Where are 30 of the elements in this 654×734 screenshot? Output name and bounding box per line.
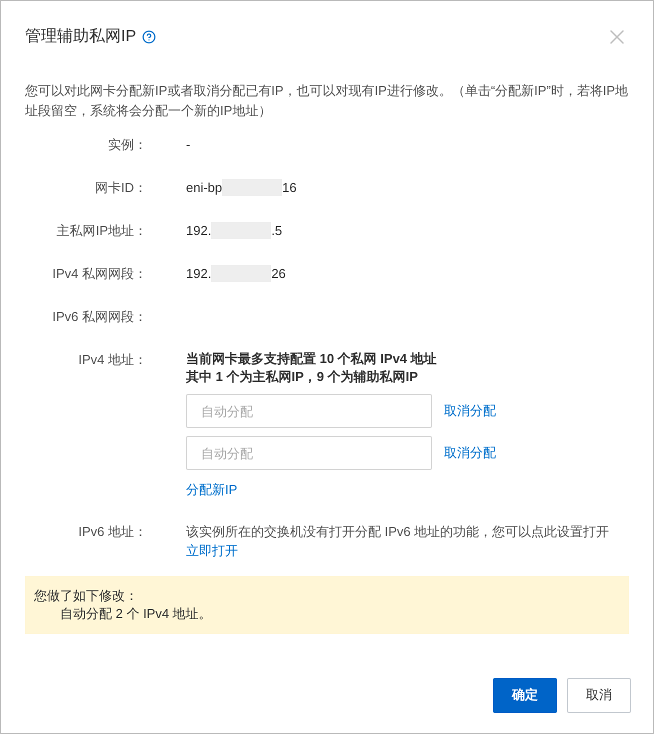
field-label: IPv4 私网网段： xyxy=(51,264,147,283)
description-text: 您可以对此网卡分配新IP或者取消分配已有IP，也可以对现有IP进行修改。（单击“分配新IP”时，若将IP地址段留空，系统将会分配一个新的IP地址） xyxy=(25,82,629,120)
field-value: 192. xyxy=(186,222,212,240)
help-icon[interactable] xyxy=(142,30,156,44)
limit-note: 当前网卡最多支持配置 10 个私网 IPv4 地址 xyxy=(186,350,438,368)
field-label: 实例： xyxy=(107,136,147,154)
enable-now-link[interactable]: 立即打开 xyxy=(186,540,238,560)
field-value: - xyxy=(186,136,190,152)
field-value: .5 xyxy=(271,222,282,240)
assign-new-ip-link[interactable]: 分配新IP xyxy=(186,480,496,500)
unassign-link[interactable]: 取消分配 xyxy=(444,443,496,463)
field-value: 16 xyxy=(282,178,297,197)
field-label: IPv6 地址： xyxy=(77,522,147,540)
field-value: 192. xyxy=(186,264,212,283)
change-item: 自动分配 2 个 IPv4 地址。 xyxy=(59,604,213,622)
limit-note: 其中 1 个为主私网IP，9 个为辅助私网IP xyxy=(186,368,419,386)
field-label: IPv6 私网网段： xyxy=(51,308,147,326)
field-value: 26 xyxy=(271,264,286,283)
ip-input-field[interactable]: 自动分配 xyxy=(186,436,432,470)
confirm-button[interactable]: 确定 xyxy=(493,678,557,712)
dialog-title: 管理辅助私网IP xyxy=(25,26,136,47)
field-label: 网卡ID： xyxy=(94,178,147,197)
ip-input-field[interactable]: 自动分配 xyxy=(186,394,432,428)
changes-title: 您做了如下修改： xyxy=(34,586,139,604)
cancel-button[interactable]: 取消 xyxy=(567,678,631,712)
ipv6-notice: 该实例所在的交换机没有打开分配 IPv6 地址的功能，您可以点此设置打开 xyxy=(186,522,610,540)
field-label: IPv4 地址： xyxy=(77,351,147,369)
unassign-link[interactable]: 取消分配 xyxy=(444,401,496,421)
field-value: eni-bp xyxy=(186,178,222,197)
field-label: 主私网IP地址： xyxy=(56,222,147,240)
